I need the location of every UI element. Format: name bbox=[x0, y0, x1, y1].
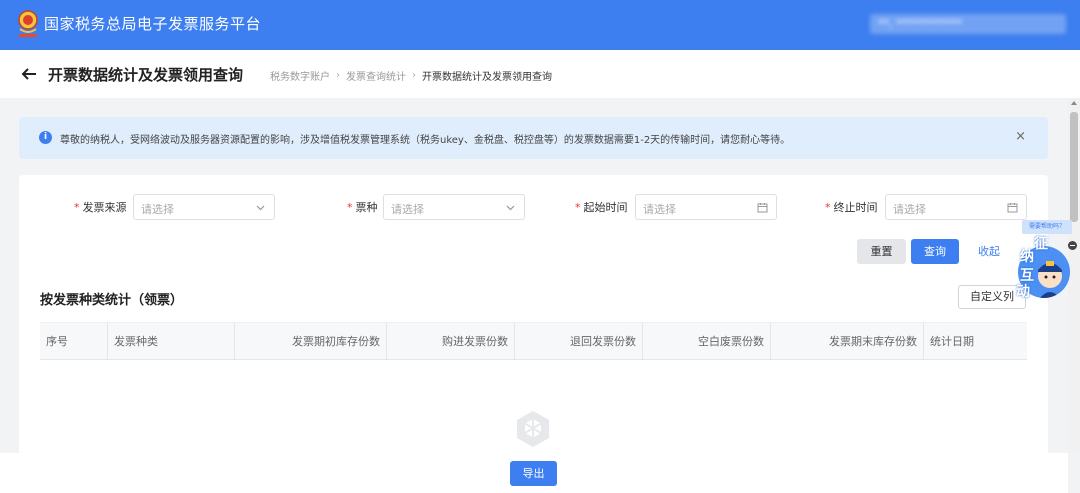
column-header-index: 序号 bbox=[40, 323, 108, 360]
calendar-icon bbox=[1007, 203, 1018, 213]
query-button[interactable]: 查询 bbox=[911, 239, 959, 264]
notice-banner: i 尊敬的纳税人，受网络波动及服务器资源配置的影响，涉及增值税发票管理系统（税务… bbox=[19, 117, 1048, 159]
section-title: 按发票种类统计（领票） bbox=[40, 293, 184, 308]
required-mark: * bbox=[347, 201, 353, 214]
start-date-picker[interactable]: 请选择 bbox=[635, 194, 777, 220]
calendar-icon bbox=[757, 203, 768, 213]
select-placeholder: 请选择 bbox=[893, 203, 926, 216]
required-mark: * bbox=[74, 201, 80, 214]
page-title: 开票数据统计及发票领用查询 bbox=[48, 66, 244, 84]
column-header-blank-void: 空白废票份数 bbox=[643, 323, 771, 360]
invoice-source-select[interactable]: 请选择 bbox=[133, 194, 275, 220]
filter-label-text: 起始时间 bbox=[583, 201, 628, 214]
breadcrumb-item-current: 开票数据统计及发票领用查询 bbox=[422, 72, 552, 83]
info-icon: i bbox=[39, 131, 52, 144]
breadcrumb-item-invoice-query[interactable]: 发票查询统计 bbox=[346, 68, 406, 83]
select-placeholder: 请选择 bbox=[643, 203, 676, 216]
collapse-button[interactable]: 收起 bbox=[974, 239, 1004, 264]
export-button[interactable]: 导出 bbox=[510, 461, 557, 486]
close-icon[interactable]: × bbox=[1015, 129, 1026, 144]
helper-caption: 征 纳 互 动 bbox=[1014, 236, 1054, 306]
required-mark: * bbox=[575, 201, 581, 214]
user-account-info[interactable]: **, ************ bbox=[870, 14, 1066, 34]
ticket-type-select[interactable]: 请选择 bbox=[383, 194, 525, 220]
helper-char: 纳 bbox=[1020, 249, 1034, 265]
breadcrumb-item-digital-account[interactable]: 税务数字账户 bbox=[270, 68, 330, 83]
breadcrumb: 税务数字账户 › 发票查询统计 › 开票数据统计及发票领用查询 bbox=[270, 68, 552, 83]
minimize-icon[interactable] bbox=[1068, 241, 1077, 250]
chevron-down-icon bbox=[256, 205, 265, 211]
filter-label: * 发票来源 bbox=[74, 199, 127, 215]
empty-data-icon bbox=[517, 411, 549, 447]
filter-label-text: 发票来源 bbox=[82, 201, 127, 214]
required-mark: * bbox=[825, 201, 831, 214]
column-header-closing-stock: 发票期末库存份数 bbox=[771, 323, 924, 360]
filter-label-text: 票种 bbox=[355, 201, 378, 214]
filter-invoice-source: * 发票来源 请选择 bbox=[74, 194, 275, 220]
chevron-right-icon: › bbox=[336, 70, 340, 81]
select-placeholder: 请选择 bbox=[141, 203, 174, 216]
helper-widget[interactable]: 需要帮助吗？ 征 纳 互 动 bbox=[1014, 218, 1077, 306]
tax-emblem-logo bbox=[18, 10, 38, 37]
table-header: 序号 发票种类 发票期初库存份数 购进发票份数 退回发票份数 空白废票份数 发票… bbox=[40, 322, 1027, 360]
help-bubble[interactable]: 需要帮助吗？ bbox=[1022, 220, 1072, 234]
helper-char: 征 bbox=[1034, 236, 1048, 252]
end-date-picker[interactable]: 请选择 bbox=[885, 194, 1027, 220]
scrollbar-thumb[interactable] bbox=[1070, 112, 1078, 222]
reset-button[interactable]: 重置 bbox=[857, 239, 906, 264]
column-header-returned: 退回发票份数 bbox=[515, 323, 643, 360]
column-header-opening-stock: 发票期初库存份数 bbox=[235, 323, 387, 360]
select-placeholder: 请选择 bbox=[391, 203, 424, 216]
query-card: * 发票来源 请选择 * 票种 请选择 * 起始时间 请选择 * 终止时间 请选择 重置… bbox=[19, 175, 1048, 475]
filter-label: * 票种 bbox=[347, 199, 378, 215]
chevron-down-icon bbox=[506, 205, 515, 211]
filter-ticket-type: * 票种 请选择 bbox=[347, 194, 525, 220]
top-bar: 国家税务总局电子发票服务平台 **, ************ bbox=[0, 0, 1080, 50]
chevron-right-icon: › bbox=[412, 70, 416, 81]
filter-label-text: 终止时间 bbox=[833, 201, 878, 214]
column-header-purchased: 购进发票份数 bbox=[387, 323, 515, 360]
column-header-stat-date: 统计日期 bbox=[930, 335, 974, 348]
back-arrow-icon[interactable] bbox=[20, 65, 38, 83]
filter-end-date: * 终止时间 请选择 bbox=[825, 194, 1027, 220]
footer-bar: 导出 bbox=[0, 453, 1068, 493]
helper-char: 动 bbox=[1016, 284, 1030, 300]
filter-label: * 起始时间 bbox=[575, 199, 628, 215]
scroll-up-arrow-icon[interactable] bbox=[1071, 101, 1077, 105]
app-title: 国家税务总局电子发票服务平台 bbox=[44, 15, 262, 33]
helper-char: 互 bbox=[1020, 268, 1034, 284]
column-header-invoice-type: 发票种类 bbox=[108, 323, 235, 360]
filter-label: * 终止时间 bbox=[825, 199, 878, 215]
filter-start-date: * 起始时间 请选择 bbox=[575, 194, 777, 220]
page-header: 开票数据统计及发票领用查询 税务数字账户 › 发票查询统计 › 开票数据统计及发… bbox=[0, 50, 1080, 98]
notice-text: 尊敬的纳税人，受网络波动及服务器资源配置的影响，涉及增值税发票管理系统（税务uk… bbox=[60, 135, 791, 146]
user-account-text: **, ************ bbox=[878, 17, 962, 30]
